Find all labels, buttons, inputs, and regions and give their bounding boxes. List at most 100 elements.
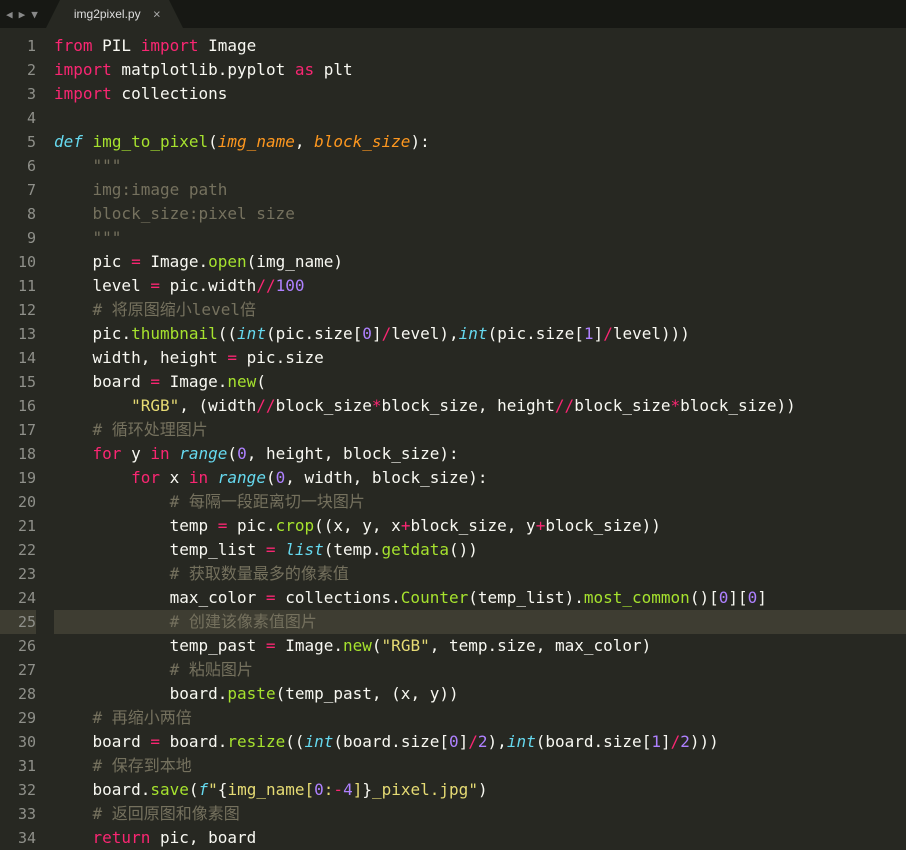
token: block_size)) [545,516,661,535]
code-line[interactable]: """ [54,154,906,178]
line-number: 15 [0,370,36,394]
token: Image [199,36,257,55]
token: , (width [179,396,256,415]
code-line[interactable]: # 再缩小两倍 [54,706,906,730]
token: ] [757,588,767,607]
code-line[interactable]: from PIL import Image [54,34,906,58]
code-line[interactable]: return pic, board [54,826,906,850]
token: PIL [93,36,141,55]
code-line[interactable]: temp = pic.crop((x, y, x+block_size, y+b… [54,514,906,538]
token: size, max_color) [497,636,651,655]
nav-down-icon[interactable]: ▼ [29,8,40,21]
code-line[interactable]: # 将原图缩小level倍 [54,298,906,322]
code-line[interactable]: max_color = collections.Counter(temp_lis… [54,586,906,610]
token: board [54,732,150,751]
token: * [372,396,382,415]
token: , temp [430,636,488,655]
token: / [671,732,681,751]
token: board [54,372,150,391]
code-line[interactable]: board = Image.new( [54,370,906,394]
code-line[interactable]: def img_to_pixel(img_name, block_size): [54,130,906,154]
close-icon[interactable]: × [153,8,161,21]
token: . [488,636,498,655]
line-number: 21 [0,514,36,538]
code-line[interactable]: # 粘贴图片 [54,658,906,682]
token: # 返回原图和像素图 [93,804,240,823]
code-line[interactable]: """ [54,226,906,250]
token: size[ [536,324,584,343]
token: . [304,324,314,343]
code-line[interactable]: temp_past = Image.new("RGB", temp.size, … [54,634,906,658]
token: img_name [218,132,295,151]
token: , height, block_size): [247,444,459,463]
token: temp_past [54,636,266,655]
code-line[interactable]: temp_list = list(temp.getdata()) [54,538,906,562]
token: import [54,84,112,103]
token: (board [333,732,391,751]
tab-img2pixel[interactable]: img2pixel.py × [60,0,169,28]
token: Image [276,636,334,655]
code-line[interactable]: "RGB", (width//block_size*block_size, he… [54,394,906,418]
token: - [333,780,343,799]
nav-back-icon[interactable]: ◀ [4,8,15,21]
token: return [93,828,151,847]
token: level), [391,324,458,343]
token [276,540,286,559]
gutter: 1234567891011121314151617181920212223242… [0,28,46,848]
code-line[interactable]: board.paste(temp_past, (x, y)) [54,682,906,706]
code-line[interactable]: img:image path [54,178,906,202]
token: ][ [728,588,747,607]
token: from [54,36,93,55]
code-line[interactable]: board.save(f"{img_name[0:-4]}_pixel.jpg"… [54,778,906,802]
code-line[interactable]: level = pic.width//100 [54,274,906,298]
nav-fwd-icon[interactable]: ▶ [17,8,28,21]
token: 100 [276,276,305,295]
code-line[interactable]: import collections [54,82,906,106]
code-line[interactable]: pic = Image.open(img_name) [54,250,906,274]
token: size[ [603,732,651,751]
code-line[interactable]: block_size:pixel size [54,202,906,226]
token: paste [227,684,275,703]
token: = [218,516,228,535]
code-line[interactable]: # 创建该像素值图片 [54,610,906,634]
token: // [256,396,275,415]
code-line[interactable]: pic.thumbnail((int(pic.size[0]/level),in… [54,322,906,346]
token: . [333,636,343,655]
token: y [121,444,150,463]
token: = [266,636,276,655]
code-line[interactable]: # 返回原图和像素图 [54,802,906,826]
code-area[interactable]: from PIL import Imageimport matplotlib.p… [46,28,906,848]
token: pic [54,324,121,343]
code-line[interactable]: # 获取数量最多的像素值 [54,562,906,586]
token: pic [237,348,276,367]
token: # 将原图缩小level倍 [93,300,256,319]
code-line[interactable]: for y in range(0, height, block_size): [54,442,906,466]
code-line[interactable]: import matplotlib.pyplot as plt [54,58,906,82]
token: in [150,444,169,463]
token: . [391,588,401,607]
code-line[interactable]: board = board.resize((int(board.size[0]/… [54,730,906,754]
code-line[interactable]: # 每隔一段距离切一块图片 [54,490,906,514]
line-number: 3 [0,82,36,106]
token: "RGB" [382,636,430,655]
code-line[interactable]: for x in range(0, width, block_size): [54,466,906,490]
code-line[interactable]: # 保存到本地 [54,754,906,778]
token: (img_name) [247,252,343,271]
token: resize [227,732,285,751]
line-number: 10 [0,250,36,274]
code-line[interactable]: # 循环处理图片 [54,418,906,442]
code-line[interactable] [54,106,906,130]
token: } [362,780,372,799]
token: plt [314,60,353,79]
token: size[ [401,732,449,751]
token: = [266,588,276,607]
token: . [218,60,228,79]
token: / [382,324,392,343]
editor[interactable]: 1234567891011121314151617181920212223242… [0,28,906,848]
nav-arrows: ◀ ▶ ▼ [0,0,44,28]
token: 0 [748,588,758,607]
line-number: 33 [0,802,36,826]
code-line[interactable]: width, height = pic.size [54,346,906,370]
token: , width, block_size): [285,468,487,487]
token: as [295,60,314,79]
